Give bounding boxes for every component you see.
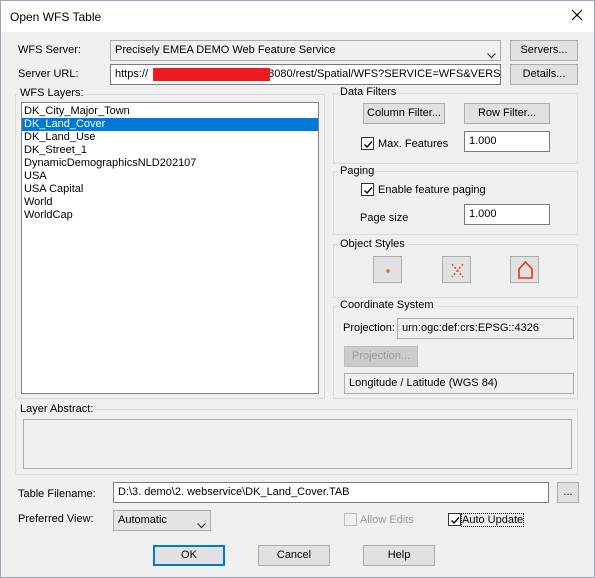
wfs-layers-label: WFS Layers: (18, 87, 86, 99)
layer-item-selected[interactable]: DK_Land_Cover (22, 118, 318, 131)
layer-item[interactable]: USA Capital (22, 183, 318, 196)
layer-abstract-text (23, 419, 572, 469)
ok-button[interactable]: OK (153, 545, 225, 566)
auto-update-checkbox[interactable] (448, 513, 461, 526)
open-wfs-table-dialog: Open WFS Table WFS Server: Precisely EME… (0, 0, 595, 578)
enable-paging-label: Enable feature paging (378, 184, 486, 196)
projection-button[interactable]: Projection... (344, 346, 418, 367)
enable-paging-checkbox[interactable] (361, 183, 374, 196)
checkmark-icon (451, 517, 460, 525)
wfs-server-selected-value: Precisely EMEA DEMO Web Feature Service (115, 44, 336, 56)
layer-item[interactable]: DynamicDemographicsNLD202107 (22, 157, 318, 170)
wfs-server-select[interactable]: Precisely EMEA DEMO Web Feature Service (110, 40, 501, 61)
auto-update-label: Auto Update (460, 513, 525, 527)
coordinate-system-label: Coordinate System (338, 299, 436, 311)
data-filters-label: Data Filters (338, 86, 399, 98)
window-title: Open WFS Table (10, 10, 102, 24)
paging-label: Paging (338, 165, 377, 177)
page-size-input[interactable]: 1.000 (464, 204, 550, 225)
object-styles-label: Object Styles (338, 238, 407, 250)
wfs-server-label: WFS Server: (18, 44, 81, 56)
chevron-down-icon (487, 47, 496, 59)
layer-item[interactable]: DK_Land_Use (22, 131, 318, 144)
point-style-button[interactable] (373, 256, 402, 283)
cancel-button[interactable]: Cancel (258, 545, 330, 566)
wfs-layers-list[interactable]: DK_City_Major_Town DK_Land_Cover DK_Land… (21, 102, 319, 394)
layer-item[interactable]: DK_City_Major_Town (22, 105, 318, 118)
paging-group (333, 171, 578, 235)
line-style-button[interactable] (442, 256, 471, 283)
max-features-input[interactable]: 1.000 (464, 131, 550, 152)
layer-abstract-label: Layer Abstract: (18, 403, 96, 415)
allow-edits-checkbox[interactable] (344, 513, 357, 526)
chevron-down-icon (197, 517, 206, 529)
server-url-field[interactable]: https:// :8080/rest/Spatial/WFS?SERVICE=W… (110, 64, 501, 85)
checkmark-icon (364, 141, 373, 149)
server-url-label: Server URL: (18, 68, 79, 80)
layer-item[interactable]: World (22, 196, 318, 209)
server-url-prefix: https:// (115, 68, 149, 80)
column-filter-button[interactable]: Column Filter... (363, 103, 445, 124)
help-button[interactable]: Help (363, 545, 435, 566)
title-bar: Open WFS Table (1, 1, 594, 32)
layer-item[interactable]: WorldCap (22, 209, 318, 222)
row-filter-button[interactable]: Row Filter... (464, 103, 550, 124)
region-style-icon (518, 260, 533, 279)
table-filename-input[interactable]: D:\3. demo\2. webservice\DK_Land_Cover.T… (113, 482, 549, 503)
servers-button[interactable]: Servers... (510, 40, 578, 61)
max-features-checkbox[interactable] (361, 137, 374, 150)
coordinate-system-description: Longitude / Latitude (WGS 84) (344, 373, 574, 394)
table-filename-label: Table Filename: (18, 488, 96, 500)
layer-item[interactable]: DK_Street_1 (22, 144, 318, 157)
layer-item[interactable]: USA (22, 170, 318, 183)
checkmark-icon (364, 187, 373, 195)
max-features-label: Max. Features (378, 138, 449, 150)
preferred-view-select[interactable]: Automatic (113, 510, 211, 531)
page-size-label: Page size (360, 212, 409, 224)
projection-label: Projection: (343, 322, 395, 334)
region-style-button[interactable] (510, 256, 539, 283)
point-style-icon (386, 269, 390, 273)
close-icon[interactable] (568, 6, 586, 24)
allow-edits-label: Allow Edits (360, 514, 414, 526)
line-style-icon (451, 263, 464, 278)
server-url-suffix: :8080/rest/Spatial/WFS?SERVICE=WFS&VERSI… (265, 68, 501, 80)
browse-button[interactable]: ... (557, 482, 579, 503)
redaction-bar (153, 68, 270, 81)
preferred-view-label: Preferred View: (18, 513, 94, 525)
details-button[interactable]: Details... (510, 64, 578, 85)
preferred-view-value: Automatic (118, 514, 167, 526)
projection-value: urn:ogc:def:crs:EPSG::4326 (397, 318, 574, 339)
